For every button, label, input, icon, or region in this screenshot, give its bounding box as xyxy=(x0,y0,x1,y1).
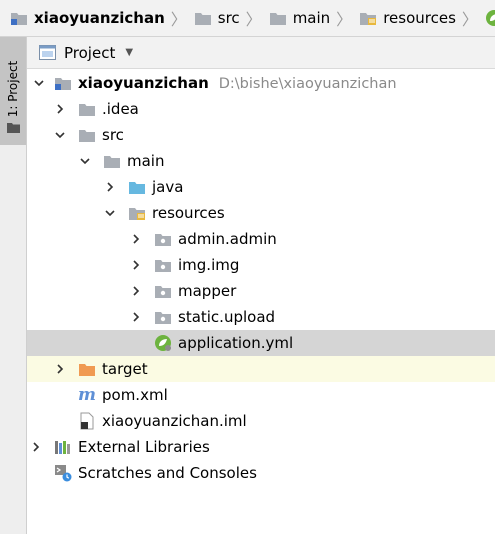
breadcrumb-item-application[interactable]: applicat xyxy=(485,0,495,36)
tree-label: xiaoyuanzichan D:\bishe\xiaoyuanzichan xyxy=(78,74,397,92)
chevron-right-icon: 〉 xyxy=(245,10,262,29)
folder-icon xyxy=(78,122,96,148)
tree-label: img.img xyxy=(178,256,240,274)
spring-yml-icon xyxy=(154,330,172,356)
chevron-down-icon[interactable] xyxy=(78,148,92,174)
chevron-right-icon[interactable] xyxy=(29,434,43,460)
chevron-right-icon: 〉 xyxy=(170,10,187,29)
tree-label: xiaoyuanzichan.iml xyxy=(102,412,247,430)
folder-icon xyxy=(194,10,212,26)
tree-item-iml[interactable]: xiaoyuanzichan.iml xyxy=(27,408,495,434)
iml-file-icon xyxy=(78,408,96,434)
module-name: xiaoyuanzichan xyxy=(78,74,209,92)
chevron-down-icon[interactable] xyxy=(32,70,46,96)
tree-label: admin.admin xyxy=(178,230,277,248)
chevron-right-icon[interactable] xyxy=(53,356,67,382)
tree-label: mapper xyxy=(178,282,237,300)
project-view-selector[interactable]: Project xyxy=(64,44,115,62)
scratches-icon xyxy=(54,460,72,486)
tree-label: main xyxy=(127,152,165,170)
breadcrumb-label: xiaoyuanzichan xyxy=(34,9,165,27)
tree-label: static.upload xyxy=(178,308,276,326)
tree-item-mapper[interactable]: mapper xyxy=(27,278,495,304)
tree-label: resources xyxy=(152,204,225,222)
chevron-down-icon[interactable] xyxy=(53,122,67,148)
tree-item-xiaoyuanzichan[interactable]: xiaoyuanzichan D:\bishe\xiaoyuanzichan xyxy=(27,70,495,96)
breadcrumb-item-resources[interactable]: resources xyxy=(359,0,456,36)
breadcrumb-item-xiaoyuanzichan[interactable]: xiaoyuanzichan xyxy=(10,0,165,36)
tree-label: java xyxy=(152,178,184,196)
tree-item-application-yml[interactable]: application.yml xyxy=(27,330,495,356)
source-folder-icon xyxy=(128,174,146,200)
tree-item-external-libraries[interactable]: External Libraries xyxy=(27,434,495,460)
tree-item-scratches[interactable]: Scratches and Consoles xyxy=(27,460,495,486)
tree-item-src[interactable]: src xyxy=(27,122,495,148)
chevron-right-icon[interactable] xyxy=(129,226,143,252)
chevron-down-icon[interactable] xyxy=(103,200,117,226)
project-view-icon xyxy=(39,45,56,60)
chevron-right-icon[interactable] xyxy=(129,278,143,304)
project-tool-window-tab[interactable]: 1: Project xyxy=(0,37,26,145)
package-icon xyxy=(154,252,172,278)
tree-label: target xyxy=(102,360,148,378)
tree-item-img-img[interactable]: img.img xyxy=(27,252,495,278)
breadcrumb-label: src xyxy=(217,9,240,27)
tree-item-main[interactable]: main xyxy=(27,148,495,174)
package-icon xyxy=(154,278,172,304)
tree-item-target[interactable]: target xyxy=(27,356,495,382)
chevron-down-icon[interactable]: ▼ xyxy=(125,47,133,58)
folder-icon xyxy=(78,96,96,122)
chevron-right-icon[interactable] xyxy=(129,252,143,278)
maven-icon: m xyxy=(78,385,96,405)
tree-label: .idea xyxy=(102,100,139,118)
chevron-right-icon[interactable] xyxy=(129,304,143,330)
breadcrumb-label: main xyxy=(292,9,331,27)
chevron-right-icon[interactable] xyxy=(53,96,67,122)
tree-label: application.yml xyxy=(178,334,294,352)
folder-icon xyxy=(7,119,20,137)
tree-item-admin-admin[interactable]: admin.admin xyxy=(27,226,495,252)
libraries-icon xyxy=(54,434,72,460)
module-folder-icon xyxy=(54,70,72,96)
tree-label: pom.xml xyxy=(102,386,168,404)
tree-label: Scratches and Consoles xyxy=(78,464,257,482)
tree-item-java[interactable]: java xyxy=(27,174,495,200)
tree-label: src xyxy=(102,126,124,144)
breadcrumb-item-main[interactable]: main xyxy=(269,0,330,36)
breadcrumb-item-src[interactable]: src xyxy=(194,0,240,36)
project-view-header: Project ▼ xyxy=(27,37,495,69)
tree-item-static-upload[interactable]: static.upload xyxy=(27,304,495,330)
module-folder-icon xyxy=(10,10,28,26)
project-tab-label: 1: Project xyxy=(6,60,20,118)
chevron-right-icon: 〉 xyxy=(336,10,353,29)
chevron-right-icon: 〉 xyxy=(461,10,478,29)
folder-icon xyxy=(103,148,121,174)
excluded-folder-icon xyxy=(78,356,96,382)
resources-folder-icon xyxy=(128,200,146,226)
tree-item-resources[interactable]: resources xyxy=(27,200,495,226)
breadcrumb-label: resources xyxy=(383,9,456,27)
spring-leaf-icon xyxy=(485,9,495,27)
tree-item-pom-xml[interactable]: m pom.xml xyxy=(27,382,495,408)
module-path: D:\bishe\xiaoyuanzichan xyxy=(218,76,397,92)
package-icon xyxy=(154,226,172,252)
navigation-bar: xiaoyuanzichan 〉 src 〉 main 〉 resources … xyxy=(0,0,495,37)
folder-icon xyxy=(269,10,287,26)
chevron-right-icon[interactable] xyxy=(103,174,117,200)
package-icon xyxy=(154,304,172,330)
tree-item-idea[interactable]: .idea xyxy=(27,96,495,122)
tool-window-strip: 1: Project xyxy=(0,37,27,534)
tree-label: External Libraries xyxy=(78,438,210,456)
resources-folder-icon xyxy=(359,10,377,26)
